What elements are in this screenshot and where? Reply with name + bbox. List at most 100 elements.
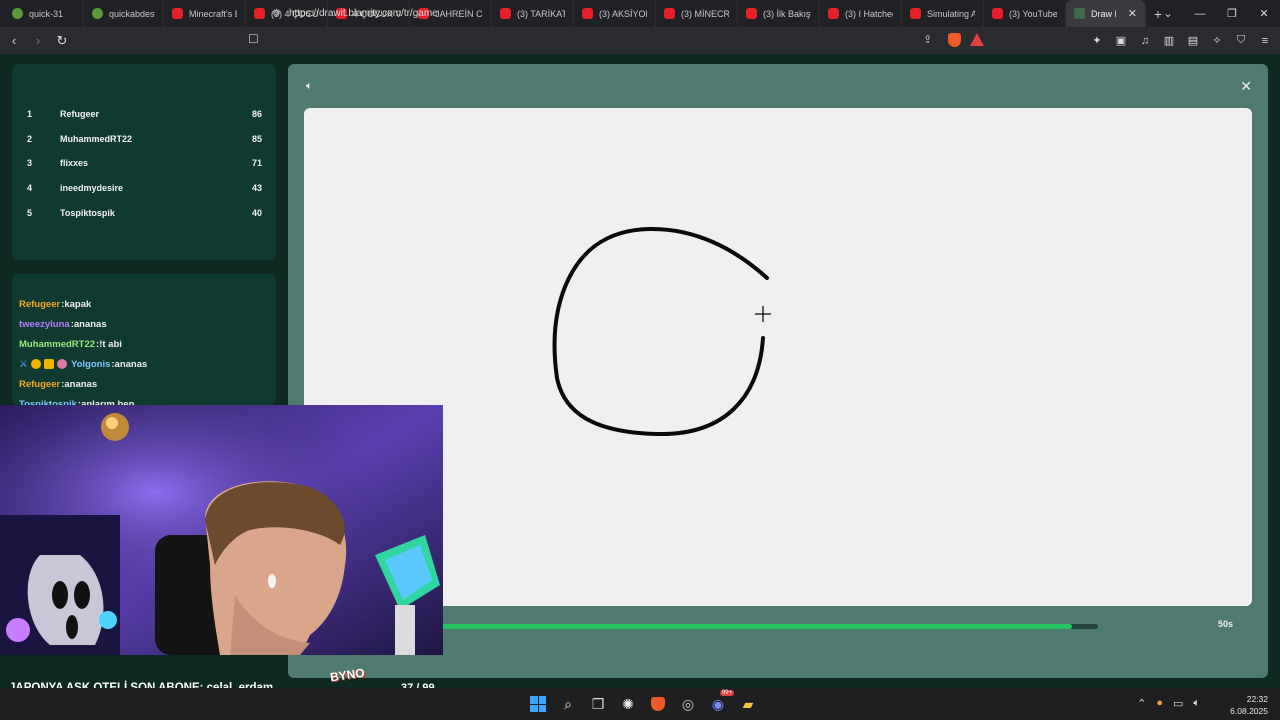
brave-logo-icon — [651, 697, 665, 711]
chromium-icon[interactable]: ◎ — [676, 692, 700, 716]
leaderboard-row: 1 Refugeer 86 — [26, 102, 262, 127]
tab-label: quickabdest — [109, 8, 155, 19]
chat-text: ananas — [64, 378, 98, 390]
leaderboard-panel[interactable]: 1 Refugeer 86 2 MuhammedRT22 85 3 flixxes 71 4 ine… — [12, 64, 276, 260]
maximize-button[interactable]: ❐ — [1216, 0, 1248, 27]
heart-badge-icon — [56, 359, 67, 369]
timer-label: 50s — [1218, 619, 1234, 629]
extensions-icon[interactable]: ✦ — [1090, 34, 1104, 47]
leaderboard-name: ineedmydesire — [60, 183, 124, 194]
chat-username[interactable]: Refugeer — [19, 299, 60, 310]
clock-time: 22:32 — [1246, 694, 1268, 704]
discord-badge: 99+ — [719, 690, 734, 696]
chat-username[interactable]: MuhammedRT22 — [19, 339, 95, 350]
leaderboard-name: MuhammedRT22 — [60, 133, 133, 144]
tab-label: quick-31 — [29, 8, 64, 19]
chatgpt-icon[interactable]: ✺ — [616, 692, 640, 716]
start-button[interactable] — [526, 692, 550, 716]
bookmark-icon[interactable]: ☐ — [248, 32, 259, 46]
leaderboard-name: flixxes — [60, 158, 89, 169]
crosshair-cursor-icon — [755, 306, 771, 322]
chat-panel[interactable]: Refugeer: kapak tweezyluna: ananas MuhammedR… — [12, 274, 276, 405]
network-icon[interactable]: ▭ — [1173, 697, 1183, 710]
screenshot-icon[interactable]: ▣ — [1114, 34, 1128, 47]
site-settings-icon[interactable]: ⚙ — [272, 8, 281, 19]
leaderboard-name: Tospiktospik — [60, 207, 115, 218]
vpn-icon[interactable]: ⛉ — [1234, 34, 1248, 47]
close-tab-icon[interactable]: ✕ — [1128, 7, 1137, 20]
leaderboard-rank: 3 — [27, 158, 33, 169]
toolbar-icons: ✦ ▣ ♫ ▥ ▤ ✧ ⛉ ≡ — [1090, 27, 1272, 54]
sidebar-icon[interactable]: ▥ — [1162, 34, 1176, 47]
coin-badge-icon — [30, 359, 41, 369]
forward-button[interactable]: › — [28, 31, 48, 51]
chat-username[interactable]: tweezyluna — [19, 319, 70, 330]
youtube-icon — [172, 8, 183, 19]
chat-message: ⚔ Yolgonis: ananas — [19, 354, 268, 374]
media-icon[interactable]: ♫ — [1138, 35, 1152, 47]
share-icon[interactable]: ⇪ — [923, 33, 932, 46]
taskbar-clock[interactable]: 22:32 6.08.2025 — [1230, 693, 1268, 717]
chat-username[interactable]: Refugeer — [19, 379, 60, 390]
tab-search-icon[interactable]: ⌄ — [1152, 0, 1184, 27]
close-icon[interactable]: ✕ — [1240, 78, 1252, 95]
brave-browser-icon[interactable] — [646, 692, 670, 716]
leaderboard-score: 85 — [251, 133, 262, 144]
minimize-button[interactable]: — — [1184, 0, 1216, 27]
task-view-icon[interactable]: ❒ — [586, 692, 610, 716]
chat-message: Tospiktospik: anlarım ben — [19, 394, 268, 406]
crown-badge-icon — [43, 359, 54, 369]
url-text[interactable]: https://drawit.blamity.com/tr/game — [289, 8, 438, 19]
tab-label: Draw It! — [1091, 8, 1116, 19]
leaderboard-row: 2 MuhammedRT22 85 — [26, 127, 262, 152]
drawing-strokes — [552, 226, 771, 437]
leaderboard-rank: 2 — [27, 133, 33, 144]
chat-text: ananas — [73, 318, 107, 330]
leaderboard-rank: 4 — [27, 183, 33, 194]
file-explorer-icon[interactable]: ▰ — [736, 692, 760, 716]
brave-shields-icon[interactable] — [948, 33, 961, 47]
leo-ai-icon[interactable]: ✧ — [1210, 34, 1224, 47]
volume-icon[interactable]: 🔈︎ — [1193, 697, 1200, 710]
chat-text: kapak — [64, 298, 92, 310]
timer-bar — [438, 624, 1098, 629]
browser-tab[interactable]: Minecraft's Bi — [164, 0, 246, 27]
discord-icon[interactable]: ◉ 99+ — [706, 690, 734, 716]
browser-tab[interactable]: quick-31 — [4, 0, 84, 27]
chat-username[interactable]: Yolgonis — [71, 359, 110, 370]
reload-button[interactable]: ↻ — [52, 31, 72, 51]
tray-overflow-icon[interactable]: ⌃ — [1137, 697, 1146, 710]
microphone-icon[interactable]: ● — [1156, 697, 1163, 710]
drawing-canvas[interactable] — [304, 108, 1252, 606]
chat-text: !t abi — [99, 338, 122, 350]
minecraft-icon — [12, 8, 23, 19]
search-icon[interactable]: ⌕ — [556, 692, 580, 716]
address-bar: ‹ › ↻ — [0, 27, 1280, 54]
sound-toggle-icon[interactable]: 🔈︎ — [306, 80, 313, 93]
leaderboard-name: Refugeer — [60, 109, 100, 120]
browser-tab[interactable]: quickabdest — [84, 0, 164, 27]
leaderboard-score: 86 — [251, 109, 262, 120]
leaderboard-row: 4 ineedmydesire 43 — [26, 176, 262, 201]
back-button[interactable]: ‹ — [4, 31, 24, 51]
chat-badges: ⚔ — [19, 359, 67, 370]
sword-badge-icon: ⚔ — [19, 358, 28, 370]
chat-message: tweezyluna: ananas — [19, 314, 268, 334]
window-controls: ⌄ — ❐ ✕ — [1152, 0, 1280, 27]
clock-date: 6.08.2025 — [1230, 706, 1268, 716]
tab-label: Minecraft's Bi — [189, 8, 237, 19]
browser-tab[interactable]: Draw It! ✕ — [1066, 0, 1146, 27]
wallet-icon[interactable]: ▤ — [1186, 34, 1200, 47]
chat-message: Refugeer: ananas — [19, 374, 268, 394]
windows-logo-icon — [530, 696, 546, 712]
close-window-button[interactable]: ✕ — [1248, 0, 1280, 27]
chat-text: ananas — [114, 358, 148, 370]
chat-message: Refugeer: kapak — [19, 294, 268, 314]
taskbar-apps: ⌕ ❒ ✺ ◎ ◉ 99+ ▰ — [526, 690, 760, 716]
timer-bar-fill — [438, 624, 1072, 629]
chat-message: MuhammedRT22: !t abi — [19, 334, 268, 354]
leaderboard-score: 43 — [251, 183, 262, 194]
menu-icon[interactable]: ≡ — [1258, 35, 1272, 47]
youtube-icon — [254, 8, 265, 19]
url-field[interactable]: ⚙ https://drawit.blamity.com/tr/game — [272, 3, 1022, 24]
